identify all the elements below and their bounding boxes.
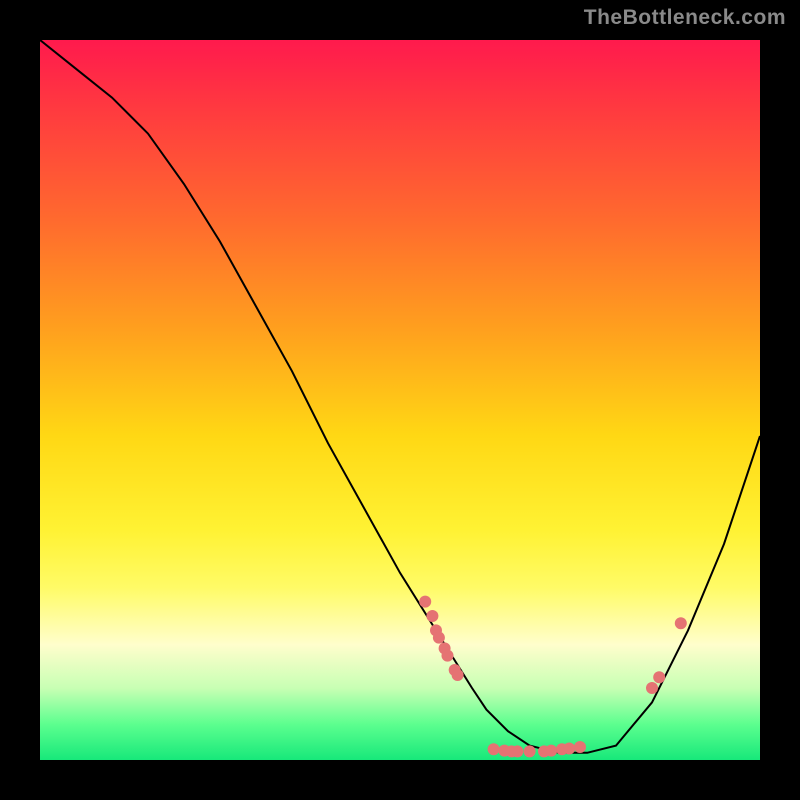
data-point bbox=[426, 610, 438, 622]
data-point bbox=[452, 669, 464, 681]
plot-area bbox=[40, 40, 760, 760]
chart-stage: TheBottleneck.com bbox=[0, 0, 800, 800]
data-point bbox=[419, 596, 431, 608]
data-point bbox=[545, 745, 557, 757]
data-point bbox=[675, 617, 687, 629]
data-point bbox=[442, 650, 454, 662]
data-point bbox=[563, 743, 575, 755]
data-point bbox=[433, 632, 445, 644]
curve-line bbox=[40, 40, 760, 753]
watermark-text: TheBottleneck.com bbox=[584, 6, 786, 30]
data-point bbox=[511, 745, 523, 757]
data-point bbox=[488, 743, 500, 755]
line-chart bbox=[40, 40, 760, 760]
data-point bbox=[524, 745, 536, 757]
data-point bbox=[574, 741, 586, 753]
scatter-points bbox=[419, 596, 687, 758]
data-point bbox=[653, 671, 665, 683]
data-point bbox=[646, 682, 658, 694]
